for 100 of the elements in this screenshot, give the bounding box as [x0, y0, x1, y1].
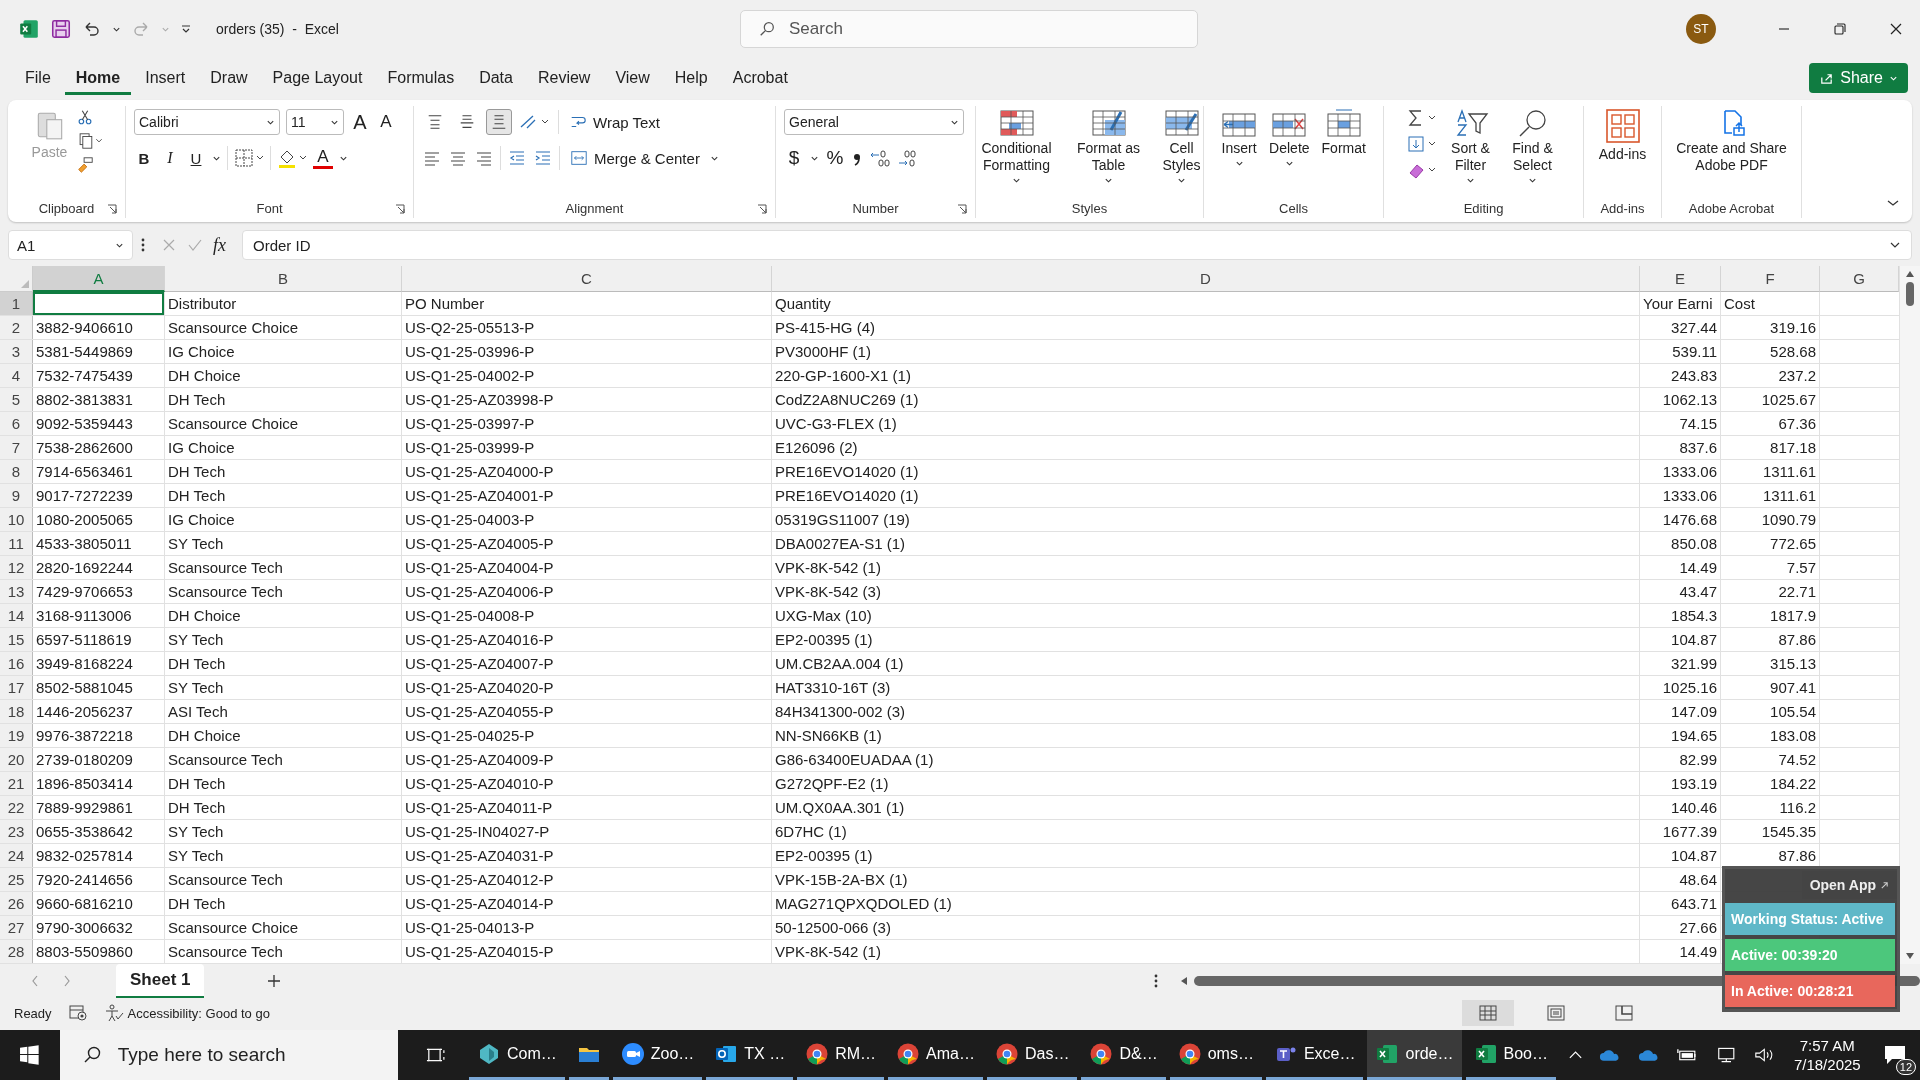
column-header[interactable]: F: [1721, 266, 1820, 292]
styles-button[interactable]: Conditional Formatting: [971, 106, 1062, 187]
row-header[interactable]: 5: [0, 388, 33, 411]
scroll-down-icon[interactable]: [1905, 952, 1915, 960]
column-header[interactable]: G: [1820, 266, 1899, 292]
column-header[interactable]: E: [1640, 266, 1721, 292]
row-header[interactable]: 8: [0, 460, 33, 483]
row-header[interactable]: 27: [0, 916, 33, 939]
row-header[interactable]: 22: [0, 796, 33, 819]
user-avatar[interactable]: ST: [1686, 14, 1716, 44]
column-header[interactable]: B: [165, 266, 402, 292]
borders-icon[interactable]: [234, 148, 264, 168]
insert-function-button[interactable]: fx: [213, 234, 226, 256]
row-header[interactable]: 1: [0, 292, 33, 315]
taskbar-app[interactable]: TX …: [706, 1030, 794, 1080]
taskbar-app[interactable]: orde…: [1367, 1030, 1462, 1080]
checkmark-icon[interactable]: [187, 237, 203, 253]
active-cell[interactable]: [33, 292, 165, 315]
row-header[interactable]: 20: [0, 748, 33, 771]
accessibility-status[interactable]: Accessibility: Good to go: [127, 1005, 270, 1021]
collapse-ribbon-icon[interactable]: [1886, 198, 1900, 208]
currency-button[interactable]: $: [784, 145, 804, 171]
decrease-font-button[interactable]: A: [376, 109, 396, 135]
taskbar-app[interactable]: D&…: [1081, 1030, 1166, 1080]
search-field[interactable]: Search: [740, 10, 1198, 48]
row-header[interactable]: 12: [0, 556, 33, 579]
number-format-dropdown[interactable]: General: [784, 109, 964, 135]
add-sheet-icon[interactable]: [266, 973, 283, 989]
autosum-icon[interactable]: [1406, 108, 1437, 128]
font-size-dropdown[interactable]: 11: [286, 109, 344, 135]
menu-tab[interactable]: Page Layout: [261, 61, 374, 95]
menu-tab[interactable]: Insert: [134, 61, 197, 95]
name-box[interactable]: A1: [8, 230, 133, 260]
row-header[interactable]: 18: [0, 700, 33, 723]
more-options-icon[interactable]: [141, 237, 145, 253]
dialog-launcher-icon[interactable]: [757, 204, 767, 214]
decrease-decimal-icon[interactable]: [897, 148, 919, 168]
row-header[interactable]: 6: [0, 412, 33, 435]
row-header[interactable]: 19: [0, 724, 33, 747]
fill-down-icon[interactable]: [1406, 134, 1437, 154]
row-header[interactable]: 13: [0, 580, 33, 603]
row-header[interactable]: 4: [0, 364, 33, 387]
font-color-button[interactable]: A: [313, 147, 333, 169]
row-header[interactable]: 3: [0, 340, 33, 363]
formula-field[interactable]: Order ID: [242, 230, 1912, 260]
menu-tab[interactable]: Review: [526, 61, 602, 95]
format-painter-icon[interactable]: [76, 156, 95, 174]
dialog-launcher-icon[interactable]: [957, 204, 967, 214]
more-options-icon[interactable]: [1154, 973, 1158, 989]
menu-tab[interactable]: File: [14, 61, 62, 95]
increase-font-button[interactable]: A: [350, 109, 370, 135]
dialog-launcher-icon[interactable]: [395, 204, 405, 214]
taskbar-app[interactable]: Ama…: [888, 1030, 983, 1080]
scrollbar-thumb[interactable]: [1906, 282, 1914, 306]
row-header[interactable]: 21: [0, 772, 33, 795]
cells-button[interactable]: Format: [1318, 106, 1369, 159]
save-icon[interactable]: [50, 18, 72, 40]
percent-button[interactable]: %: [825, 145, 845, 171]
menu-tab[interactable]: Data: [468, 61, 524, 95]
column-header[interactable]: C: [402, 266, 772, 292]
menu-tab[interactable]: Home: [64, 61, 132, 95]
row-header[interactable]: 28: [0, 940, 33, 963]
column-header[interactable]: A: [33, 266, 165, 292]
merge-center-button[interactable]: Merge & Center: [566, 145, 704, 171]
macro-recorder-icon[interactable]: [67, 1004, 88, 1022]
row-header[interactable]: 25: [0, 868, 33, 891]
taskbar-app[interactable]: Com…: [468, 1030, 565, 1080]
taskbar-app[interactable]: Exce…: [1265, 1030, 1364, 1080]
copy-icon[interactable]: [76, 132, 105, 150]
taskbar-app[interactable]: Boo…: [1465, 1030, 1556, 1080]
styles-button[interactable]: Cell Styles: [1155, 106, 1208, 187]
bold-button[interactable]: B: [134, 145, 154, 171]
menu-tab[interactable]: View: [604, 61, 661, 95]
restore-icon[interactable]: [1832, 21, 1848, 37]
editing-button[interactable]: Find & Select: [1504, 106, 1561, 187]
font-name-dropdown[interactable]: Calibri: [134, 109, 280, 135]
customize-toolbar-icon[interactable]: [180, 23, 192, 35]
row-header[interactable]: 24: [0, 844, 33, 867]
view-button[interactable]: [1462, 1000, 1514, 1026]
underline-button[interactable]: U: [186, 145, 206, 171]
menu-tab[interactable]: Formulas: [376, 61, 466, 95]
share-button[interactable]: Share: [1809, 63, 1908, 93]
italic-button[interactable]: I: [160, 145, 180, 171]
row-header[interactable]: 2: [0, 316, 33, 339]
scroll-up-icon[interactable]: [1905, 270, 1915, 278]
add-ins-button[interactable]: Add-ins: [1595, 106, 1650, 165]
row-header[interactable]: 23: [0, 820, 33, 843]
sheet-tab[interactable]: Sheet 1: [116, 964, 205, 998]
row-header[interactable]: 17: [0, 676, 33, 699]
increase-decimal-icon[interactable]: [869, 148, 891, 168]
row-header[interactable]: 10: [0, 508, 33, 531]
row-header[interactable]: 16: [0, 652, 33, 675]
taskbar-app[interactable]: oms…: [1169, 1030, 1262, 1080]
scroll-left-icon[interactable]: [1180, 976, 1188, 986]
row-header[interactable]: 26: [0, 892, 33, 915]
taskbar-app[interactable]: Das…: [987, 1030, 1078, 1080]
row-header[interactable]: 14: [0, 604, 33, 627]
menu-tab[interactable]: Help: [663, 61, 719, 95]
cells-button[interactable]: Delete: [1266, 106, 1313, 170]
create-pdf-button[interactable]: Create and Share Adobe PDF: [1663, 106, 1800, 176]
